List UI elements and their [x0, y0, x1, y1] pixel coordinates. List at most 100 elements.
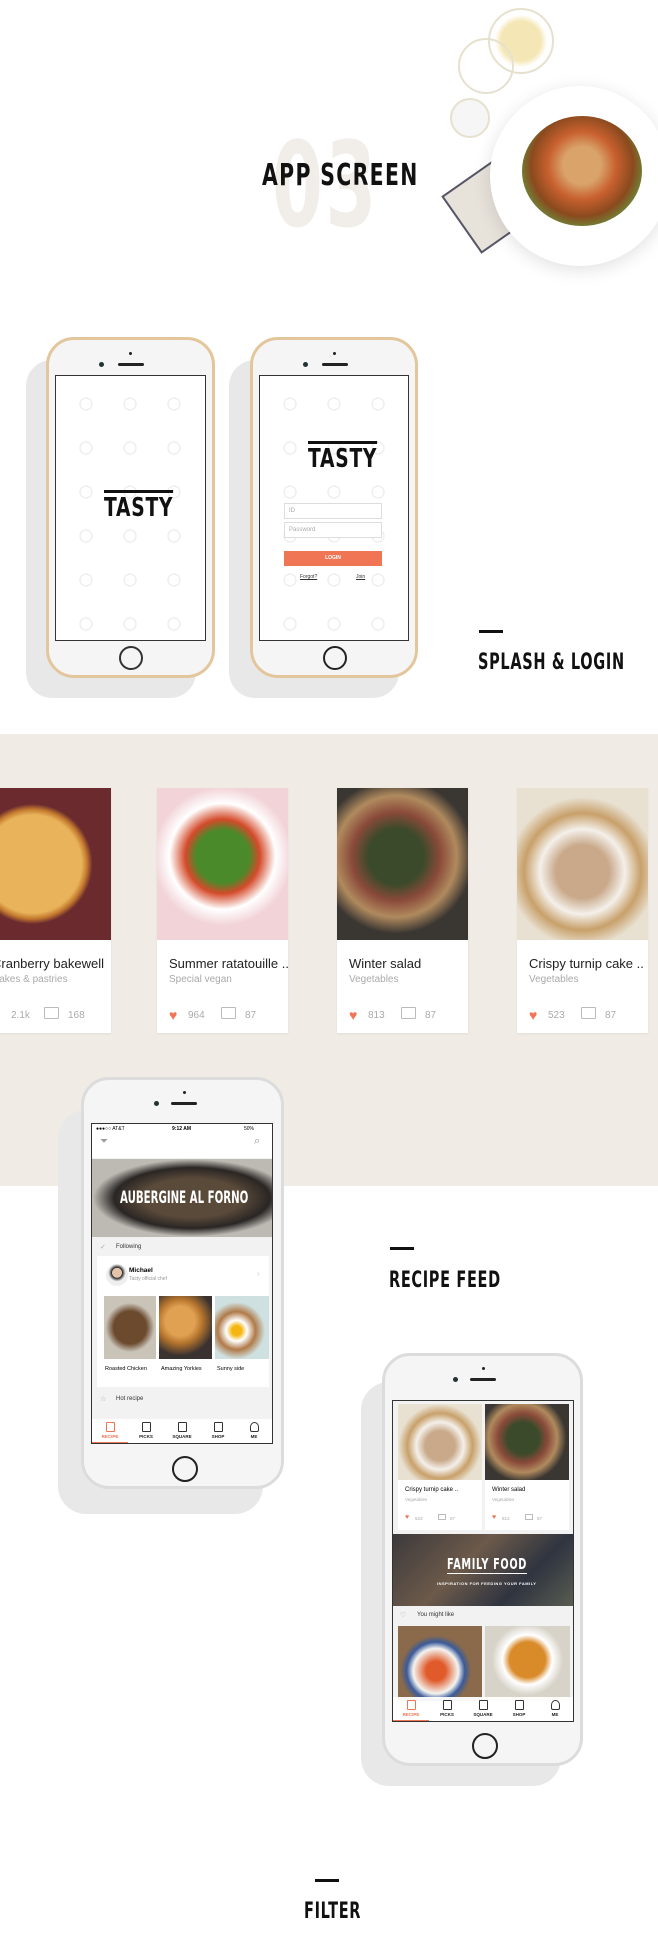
food-plate-image — [490, 86, 658, 266]
tab-label: PICKS — [139, 1434, 153, 1439]
join-link[interactable]: Join — [356, 574, 365, 580]
recipe-thumb[interactable] — [159, 1296, 212, 1359]
recipe-card[interactable]: Winter salad Vegetables ♥ 813 87 — [337, 788, 468, 1033]
section-title-splash-login: SPLASH & LOGIN — [478, 650, 625, 675]
recipe-thumb[interactable] — [485, 1626, 570, 1701]
square-icon — [478, 1700, 488, 1710]
water-glass-image — [450, 98, 490, 138]
home-button[interactable] — [472, 1733, 498, 1759]
recipe-feed-screen: ●●●○○ AT&T 9:12 AM 50% ⏷ ⌕ AUBERGINE AL … — [91, 1123, 273, 1444]
tab-label: PICKS — [440, 1712, 454, 1717]
tab-recipe[interactable]: RECIPE — [92, 1419, 128, 1443]
recipe-title: Crispy turnip cake .. — [529, 956, 644, 971]
tab-picks[interactable]: PICKS — [128, 1419, 164, 1443]
shop-icon — [213, 1422, 223, 1432]
comment-icon[interactable] — [438, 1514, 446, 1520]
tab-recipe[interactable]: RECIPE — [393, 1697, 429, 1721]
recipe-name: Sunny side — [217, 1366, 245, 1372]
password-field[interactable]: Password — [284, 522, 382, 538]
tab-me[interactable]: ME — [537, 1697, 573, 1721]
recipe-card[interactable]: Winter salad Vegetables ♥ 813 87 — [485, 1404, 569, 1530]
picks-icon — [141, 1422, 151, 1432]
heart-icon[interactable]: ♥ — [169, 1007, 177, 1023]
status-carrier: ●●●○○ AT&T — [96, 1126, 125, 1132]
recipe-category: Cakes & pastries — [0, 974, 68, 985]
recipe-title: Winter salad — [492, 1487, 526, 1493]
chevron-right-icon[interactable]: › — [257, 1269, 260, 1278]
recipe-category: Vegetables — [405, 1497, 428, 1502]
recipe-feed-phone: ●●●○○ AT&T 9:12 AM 50% ⏷ ⌕ AUBERGINE AL … — [81, 1077, 284, 1489]
comment-icon[interactable] — [44, 1007, 59, 1019]
tab-label: RECIPE — [101, 1434, 119, 1439]
recipe-category: Special vegan — [169, 974, 232, 985]
splash-phone: TASTY — [46, 337, 215, 678]
tasty-logo: TASTY — [308, 441, 378, 472]
heart-icon[interactable]: ♥ — [349, 1007, 357, 1023]
recipe-feed-phone-2: Crispy turnip cake .. Vegetables ♥ 523 8… — [382, 1353, 583, 1766]
tab-picks[interactable]: PICKS — [429, 1697, 465, 1721]
tasty-logo: TASTY — [104, 490, 174, 521]
tab-label: SHOP — [512, 1712, 526, 1717]
shop-icon — [514, 1700, 524, 1710]
recipe-image — [398, 1404, 482, 1480]
comment-icon[interactable] — [581, 1007, 596, 1019]
home-button[interactable] — [323, 646, 347, 670]
heart-icon[interactable]: ♥ — [492, 1514, 496, 1521]
recipe-thumb[interactable] — [398, 1626, 482, 1701]
status-time: 9:12 AM — [172, 1126, 191, 1132]
recipe-thumb[interactable] — [215, 1296, 269, 1359]
like-count: 523 — [415, 1516, 423, 1521]
comment-count: 168 — [68, 1010, 85, 1021]
heart-icon[interactable]: ♥ — [529, 1007, 537, 1023]
chef-role: Tasty official chef — [129, 1276, 167, 1282]
tab-shop[interactable]: SHOP — [200, 1419, 236, 1443]
recipe-icon — [105, 1422, 115, 1432]
recipe-image — [0, 788, 111, 940]
like-count: 964 — [188, 1010, 205, 1021]
recipe-name: Roasted Chicken — [105, 1366, 147, 1372]
recipe-title: Crispy turnip cake .. — [405, 1487, 459, 1493]
square-icon — [177, 1422, 187, 1432]
recipe-card[interactable]: Crispy turnip cake .. Vegetables ♥ 523 8… — [517, 788, 648, 1033]
comment-icon[interactable] — [221, 1007, 236, 1019]
tab-label: ME — [551, 1712, 559, 1717]
comment-icon[interactable] — [525, 1514, 533, 1520]
forgot-link[interactable]: Forgot? — [300, 574, 317, 580]
tab-shop[interactable]: SHOP — [501, 1697, 537, 1721]
home-button[interactable] — [172, 1456, 198, 1482]
comment-icon[interactable] — [401, 1007, 416, 1019]
login-phone: TASTY ID Password LOGIN Forgot? Join — [250, 337, 418, 678]
banner-subtitle: INSPIRATION FOR FEEDING YOUR FAMILY — [437, 1581, 537, 1586]
like-count: 523 — [548, 1010, 565, 1021]
tab-me[interactable]: ME — [236, 1419, 272, 1443]
tab-bar: RECIPE PICKS SQUARE SHOP ME — [92, 1419, 272, 1443]
login-button[interactable]: LOGIN — [284, 551, 382, 566]
recipe-title: Summer ratatouille .. — [169, 956, 289, 971]
recipe-image — [157, 788, 288, 940]
hot-recipe-label: Hot recipe — [116, 1396, 144, 1402]
recipe-category: Vegetables — [492, 1497, 515, 1502]
recipe-card[interactable]: Cranberry bakewell Cakes & pastries ♥ 2.… — [0, 788, 111, 1033]
following-label: Following — [116, 1244, 142, 1250]
following-card[interactable]: Michael Tasty official chef › Roasted Ch… — [97, 1256, 269, 1387]
recipe-card[interactable]: Summer ratatouille .. Special vegan ♥ 96… — [157, 788, 289, 1033]
filter-icon[interactable]: ⏷ — [100, 1136, 108, 1147]
comment-count: 87 — [605, 1010, 617, 1021]
recipe-image — [485, 1404, 569, 1480]
recipe-thumb[interactable] — [104, 1296, 156, 1359]
check-icon: ✓ — [100, 1244, 106, 1251]
heart-icon[interactable]: ♥ — [405, 1514, 409, 1521]
me-icon — [550, 1700, 560, 1710]
comment-count: 87 — [450, 1516, 456, 1521]
heart-outline-icon: ♡ — [400, 1612, 407, 1619]
tab-square[interactable]: SQUARE — [164, 1419, 200, 1443]
id-field[interactable]: ID — [284, 503, 382, 519]
splash-screen: TASTY — [55, 375, 206, 641]
search-icon[interactable]: ⌕ — [254, 1135, 260, 1148]
tab-square[interactable]: SQUARE — [465, 1697, 501, 1721]
tab-label: SQUARE — [473, 1712, 493, 1717]
home-button[interactable] — [119, 646, 143, 670]
recipe-card[interactable]: Crispy turnip cake .. Vegetables ♥ 523 8… — [398, 1404, 482, 1530]
section-title-filter: FILTER — [304, 1899, 362, 1924]
recipe-image — [517, 788, 648, 940]
